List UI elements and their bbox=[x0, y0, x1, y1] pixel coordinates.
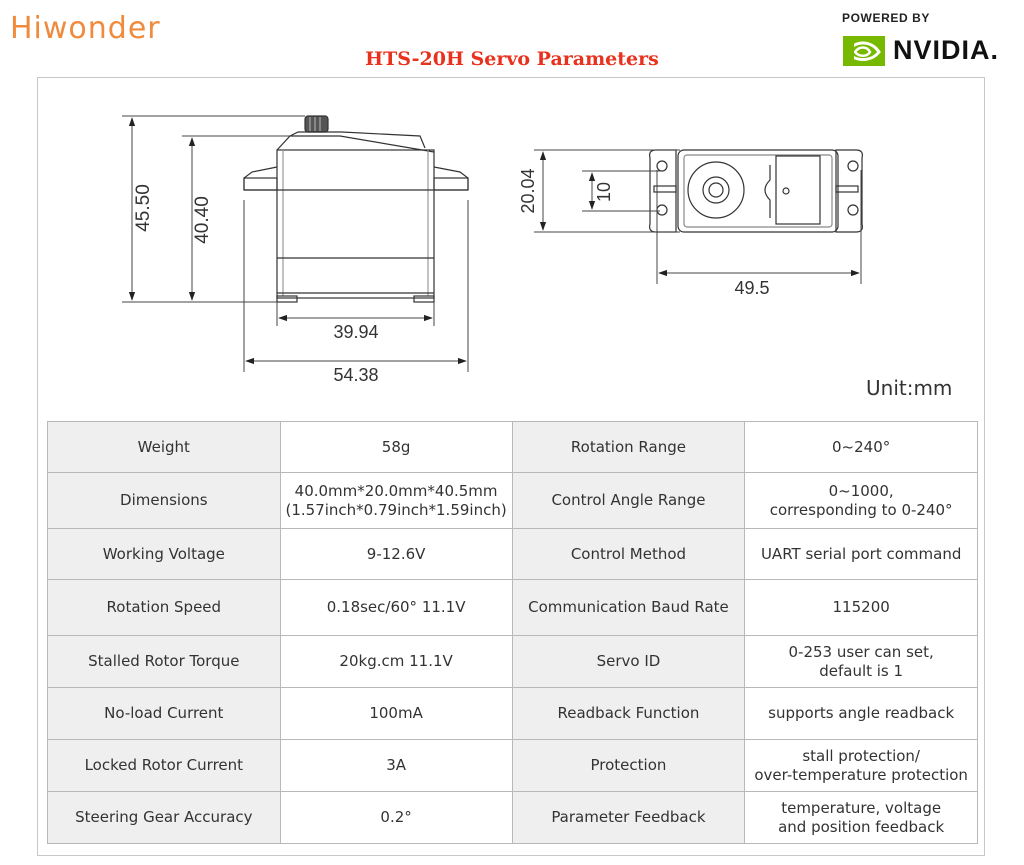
spec-label: Stalled Rotor Torque bbox=[47, 635, 281, 688]
spec-value-line: 0.2° bbox=[380, 808, 412, 826]
side-view-dimensions bbox=[122, 115, 469, 372]
spec-value-line: default is 1 bbox=[819, 661, 904, 680]
spec-label: No-load Current bbox=[47, 687, 281, 740]
top-view-dimensions bbox=[534, 149, 862, 284]
spec-value-line: 100mA bbox=[369, 704, 423, 722]
spec-value-line: (1.57inch*0.79inch*1.59inch) bbox=[285, 500, 507, 519]
width-label: 20.04 bbox=[518, 168, 538, 213]
spec-value: 0.18sec/60° 11.1V bbox=[279, 579, 513, 636]
spec-value: 0~240° bbox=[744, 421, 978, 473]
servo-body bbox=[276, 149, 435, 299]
spec-label: Protection bbox=[511, 739, 746, 792]
spec-value-line: corresponding to 0-240° bbox=[769, 500, 953, 519]
top-body bbox=[677, 149, 839, 233]
spec-value-line: 9-12.6V bbox=[366, 544, 426, 563]
spec-label: Servo ID bbox=[511, 635, 746, 688]
mount-spacing-label: 49.5 bbox=[734, 278, 769, 298]
spec-value-line: over-temperature protection bbox=[754, 765, 968, 784]
spec-row: Rotation Speed 0.18sec/60° 11.1V Communica… bbox=[47, 579, 978, 636]
spec-label: Working Voltage bbox=[47, 528, 281, 580]
spec-label: Dimensions bbox=[47, 472, 281, 529]
spec-value: temperature, voltage and position feedbac… bbox=[744, 791, 978, 844]
spec-value-line: 40.0mm*20.0mm*40.5mm bbox=[294, 481, 498, 500]
total-width-label: 54.38 bbox=[333, 365, 378, 385]
servo-top-view bbox=[649, 149, 863, 233]
spec-value: 20kg.cm 11.1V bbox=[279, 635, 513, 688]
spec-row: No-load Current 100mA Readback Function sup… bbox=[47, 687, 978, 740]
spec-value: supports angle readback bbox=[744, 687, 978, 740]
spec-label: Readback Function bbox=[511, 687, 746, 740]
servo-side-view bbox=[243, 115, 469, 303]
spec-value-line: 0~240° bbox=[832, 437, 891, 456]
spec-value-line: 3A bbox=[386, 756, 406, 774]
spec-value: 100mA bbox=[279, 687, 513, 740]
output-spline bbox=[304, 115, 329, 133]
spec-label: Parameter Feedback bbox=[511, 791, 746, 844]
spec-label: Control Method bbox=[511, 528, 746, 580]
spec-value-line: temperature, voltage bbox=[781, 798, 942, 817]
spec-label: Rotation Speed bbox=[47, 579, 281, 636]
spec-value: 3A bbox=[279, 739, 513, 792]
spec-value-line: UART serial port command bbox=[760, 544, 962, 563]
spec-value-line: 0.18sec/60° 11.1V bbox=[326, 598, 466, 616]
spec-value: UART serial port command bbox=[744, 528, 978, 580]
spec-row: Locked Rotor Current 3A Protection stall pr… bbox=[47, 739, 978, 792]
spec-row: Working Voltage 9-12.6V Control Method UART… bbox=[47, 528, 978, 580]
spec-label: Weight bbox=[47, 421, 281, 473]
spec-value: 0-253 user can set, default is 1 bbox=[744, 635, 978, 688]
spec-value: 0.2° bbox=[279, 791, 513, 844]
body-height-label: 40.40 bbox=[192, 196, 213, 244]
spec-value: 115200 bbox=[744, 579, 978, 636]
spec-value-line: 0-253 user can set, bbox=[788, 642, 934, 661]
spec-value-line: and position feedback bbox=[778, 817, 945, 836]
spec-label: Locked Rotor Current bbox=[47, 739, 281, 792]
spec-value: 58g bbox=[279, 421, 513, 473]
spec-value-line: stall protection/ bbox=[802, 746, 920, 765]
body-width-label: 39.94 bbox=[333, 322, 378, 342]
spec-value: 40.0mm*20.0mm*40.5mm (1.57inch*0.79inch*1… bbox=[279, 472, 513, 529]
spec-value-line: 20kg.cm 11.1V bbox=[339, 652, 453, 670]
servo-dimension-drawing: 45.50 40.40 39.94 54.38 20.04 10 49.5 bbox=[122, 115, 863, 385]
spec-value: stall protection/over-temperature protec… bbox=[744, 739, 978, 792]
output-horn-base bbox=[687, 161, 745, 219]
spec-label: Control Angle Range bbox=[511, 472, 746, 529]
unit-label: Unit:mm bbox=[866, 376, 953, 400]
spec-value-line: 115200 bbox=[832, 598, 890, 616]
spec-value: 0~1000, corresponding to 0-240° bbox=[744, 472, 978, 529]
hole-spacing-label: 10 bbox=[594, 182, 614, 202]
spec-value-line: supports angle readback bbox=[768, 704, 955, 722]
spec-value: 9-12.6V bbox=[279, 528, 513, 580]
spec-row: Weight 58g Rotation Range 0~240° bbox=[47, 421, 978, 473]
spec-label: Steering Gear Accuracy bbox=[47, 791, 281, 844]
spec-row: Dimensions 40.0mm*20.0mm*40.5mm (1.57inch*… bbox=[47, 472, 978, 529]
spec-label: Rotation Range bbox=[511, 421, 746, 473]
spec-row: Stalled Rotor Torque 20kg.cm 11.1V Servo I… bbox=[47, 635, 978, 688]
spec-value-line: 0~1000, bbox=[828, 481, 894, 500]
total-height-label: 45.50 bbox=[133, 184, 154, 232]
spec-row: Steering Gear Accuracy 0.2° Parameter Feed… bbox=[47, 791, 978, 844]
specs-table: Weight 58g Rotation Range 0~240° Dimensions 4… bbox=[47, 421, 978, 844]
spec-value-line: 58g bbox=[381, 437, 411, 456]
spec-label: Communication Baud Rate bbox=[511, 579, 746, 636]
